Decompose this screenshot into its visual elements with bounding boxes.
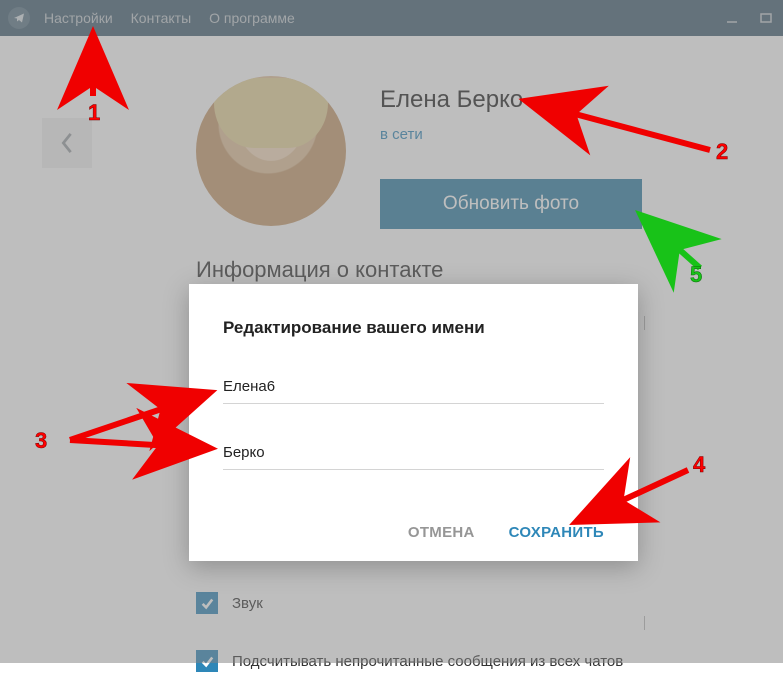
- annotation-number-4: 4: [693, 452, 705, 478]
- dialog-title: Редактирование вашего имени: [223, 318, 604, 338]
- save-button[interactable]: СОХРАНИТЬ: [509, 524, 604, 541]
- annotation-number-5: 5: [690, 262, 702, 288]
- annotation-number-2: 2: [716, 139, 728, 165]
- first-name-input[interactable]: [223, 374, 604, 404]
- edit-name-dialog: Редактирование вашего имени ОТМЕНА СОХРА…: [189, 284, 638, 561]
- cancel-button[interactable]: ОТМЕНА: [408, 524, 475, 541]
- annotation-number-1: 1: [88, 100, 100, 126]
- last-name-input[interactable]: [223, 440, 604, 470]
- annotation-number-3: 3: [35, 428, 47, 454]
